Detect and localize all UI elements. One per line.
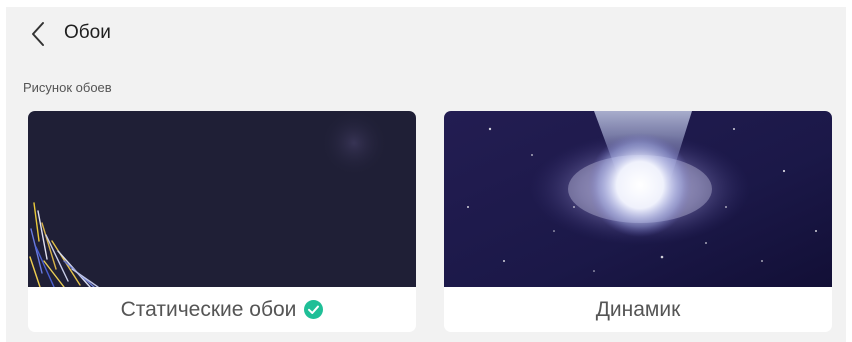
- header: Обои: [6, 7, 846, 59]
- check-circle-icon: [304, 300, 324, 319]
- page-title: Обои: [64, 22, 111, 43]
- section-label: Рисунок обоев: [23, 80, 112, 95]
- back-button[interactable]: [27, 19, 53, 49]
- wallpaper-screen: Обои Рисунок обоев Статические обои Дина…: [6, 7, 846, 342]
- static-wallpaper-label: Статические обои: [120, 297, 297, 321]
- dynamic-wallpaper-footer: Динамик: [444, 287, 832, 332]
- dynamic-wallpaper-label: Динамик: [595, 297, 681, 321]
- dynamic-wallpaper-card[interactable]: Динамик: [444, 111, 832, 332]
- chevron-left-icon: [32, 22, 44, 46]
- static-wallpaper-preview: [28, 111, 416, 287]
- dynamic-wallpaper-preview: [444, 111, 832, 287]
- static-wallpaper-footer: Статические обои: [28, 287, 416, 332]
- static-wallpaper-card[interactable]: Статические обои: [28, 111, 416, 332]
